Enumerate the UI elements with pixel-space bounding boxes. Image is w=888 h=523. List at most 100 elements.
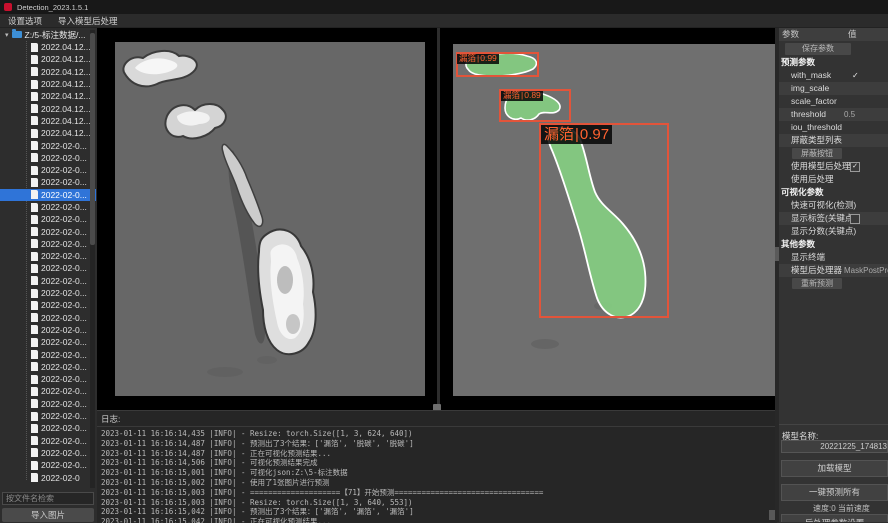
image-panel-prediction[interactable]: 漏箔|0.99 漏箔|0.89 漏箔|0.97 xyxy=(440,28,777,410)
tree-item-label: 2022-02-0... xyxy=(41,300,87,310)
tree-item[interactable]: 2022-02-0... xyxy=(0,152,96,164)
checkbox[interactable] xyxy=(850,214,860,224)
tree-item[interactable]: 2022-02-0... xyxy=(0,459,96,471)
tree-item[interactable]: 2022.04.12... xyxy=(0,66,96,78)
tree-list: 2022.04.12...2022.04.12...2022.04.12...2… xyxy=(0,41,96,484)
tree-item[interactable]: 2022-02-0... xyxy=(0,385,96,397)
predict-all-button[interactable]: 一键预测所有 xyxy=(781,484,888,501)
tree-item[interactable]: 2022-02-0... xyxy=(0,176,96,188)
checkbox[interactable]: ✓ xyxy=(850,162,860,172)
import-images-button[interactable]: 导入图片 xyxy=(2,508,94,522)
param-row[interactable]: 模型后处理器MaskPostPro xyxy=(779,264,888,277)
param-row[interactable]: with_mask✓ xyxy=(779,69,888,82)
tree-item-label: 2022.04.12... xyxy=(41,67,91,77)
param-button[interactable]: 重新预测 xyxy=(792,278,842,289)
param-row[interactable]: 屏蔽类型列表 xyxy=(779,134,888,147)
folder-icon xyxy=(12,31,22,38)
tree-item[interactable]: 2022-02-0... xyxy=(0,262,96,274)
tree-scrollbar[interactable] xyxy=(90,30,95,488)
tree-item[interactable]: 2022-02-0... xyxy=(0,189,96,201)
tree-item[interactable]: 2022-02-0 xyxy=(0,471,96,483)
image-panel-original[interactable] xyxy=(97,28,437,410)
search-input[interactable] xyxy=(2,492,94,505)
param-button[interactable]: 屏蔽按钮 xyxy=(792,148,842,159)
tree-item-label: 2022.04.12... xyxy=(41,116,91,126)
tree-item-label: 2022-02-0... xyxy=(41,165,87,175)
tree-item[interactable]: 2022.04.12... xyxy=(0,78,96,90)
param-row[interactable]: 快速可视化(检测) xyxy=(779,199,888,212)
tree-item[interactable]: 2022-02-0... xyxy=(0,139,96,151)
param-row[interactable]: 使用模型后处理✓ xyxy=(779,160,888,173)
tree-item[interactable]: 2022-02-0... xyxy=(0,422,96,434)
tree-item[interactable]: 2022-02-0... xyxy=(0,287,96,299)
file-icon xyxy=(31,203,38,212)
tree-item[interactable]: 2022-02-0... xyxy=(0,373,96,385)
tree-scrollbar-thumb[interactable] xyxy=(90,33,95,245)
menu-import-postprocess[interactable]: 导入模型后处理 xyxy=(58,15,118,27)
tree-item[interactable]: 2022-02-0... xyxy=(0,336,96,348)
tree-item[interactable]: 2022.04.12... xyxy=(0,102,96,114)
tree-item[interactable]: 2022-02-0... xyxy=(0,225,96,237)
param-row[interactable]: img_scale xyxy=(779,82,888,95)
check-icon[interactable]: ✓ xyxy=(844,71,859,80)
tree-item-label: 2022-02-0... xyxy=(41,350,87,360)
tree-root[interactable]: ▾ Z:/5-标注数据/... xyxy=(0,28,96,41)
tree-item[interactable]: 2022-02-0... xyxy=(0,435,96,447)
tree-item[interactable]: 2022-02-0... xyxy=(0,398,96,410)
menu-settings[interactable]: 设置选项 xyxy=(8,15,42,27)
tree-item-label: 2022.04.12... xyxy=(41,79,91,89)
save-params-button[interactable]: 保存参数 xyxy=(785,43,851,55)
param-row[interactable]: 显示终端 xyxy=(779,251,888,264)
tree-item-label: 2022-02-0... xyxy=(41,141,87,151)
param-row[interactable]: threshold0.5 xyxy=(779,108,888,121)
param-row[interactable]: 显示分数(关键点) xyxy=(779,225,888,238)
tree-item[interactable]: 2022-02-0... xyxy=(0,299,96,311)
tree-item[interactable]: 2022-02-0... xyxy=(0,213,96,225)
tree-item[interactable]: 2022.04.12... xyxy=(0,41,96,53)
tree-item[interactable]: 2022-02-0... xyxy=(0,410,96,422)
log-line: 2023-01-11 16:16:14,506 |INFO| - 可视化预测结果… xyxy=(101,458,777,468)
tree-item[interactable]: 2022.04.12... xyxy=(0,90,96,102)
tree-item[interactable]: 2022-02-0... xyxy=(0,312,96,324)
postprocess-settings-button[interactable]: 后处理参数设置 xyxy=(781,514,888,522)
menu-bar: 设置选项 导入模型后处理 xyxy=(0,14,888,28)
file-icon xyxy=(31,67,38,76)
log-line: 2023-01-11 16:16:15,002 |INFO| - 使用了1张图片… xyxy=(101,478,777,488)
original-image[interactable] xyxy=(115,42,425,396)
tree-item[interactable]: 2022.04.12... xyxy=(0,127,96,139)
param-group-title: 可视化参数 xyxy=(779,186,888,199)
tree-item[interactable]: 2022-02-0... xyxy=(0,238,96,250)
load-model-button[interactable]: 加载模型 xyxy=(781,460,888,477)
param-value xyxy=(844,82,888,95)
param-row[interactable]: scale_factor xyxy=(779,95,888,108)
tree-item-label: 2022-02-0... xyxy=(41,411,87,421)
tree-item[interactable]: 2022-02-0... xyxy=(0,447,96,459)
file-icon xyxy=(31,104,38,113)
tree-item[interactable]: 2022-02-0... xyxy=(0,361,96,373)
param-label: 屏蔽类型列表 xyxy=(779,134,844,147)
file-icon xyxy=(31,55,38,64)
tree-item[interactable]: 2022-02-0... xyxy=(0,250,96,262)
tree-item[interactable]: 2022-02-0... xyxy=(0,201,96,213)
file-icon xyxy=(31,252,38,261)
params-col-param: 参数 xyxy=(779,28,848,41)
param-row[interactable]: 显示标签(关键点) xyxy=(779,212,888,225)
file-icon xyxy=(31,362,38,371)
params-panel: 参数 值 保存参数 预测参数with_mask✓img_scalescale_f… xyxy=(779,28,888,522)
tree-item[interactable]: 2022-02-0... xyxy=(0,348,96,360)
tree-item[interactable]: 2022-02-0... xyxy=(0,324,96,336)
log-line: 2023-01-11 16:16:15,042 |INFO| - 预测出了3个结… xyxy=(101,507,777,517)
tree-item-label: 2022-02-0 xyxy=(41,473,80,483)
tree-item[interactable]: 2022-02-0... xyxy=(0,164,96,176)
model-name-field[interactable]: 20221225_174813 xyxy=(781,440,888,453)
detection-label: 漏箔|0.89 xyxy=(501,91,543,101)
chevron-down-icon[interactable]: ▾ xyxy=(5,31,9,39)
tree-item-label: 2022-02-0... xyxy=(41,325,87,335)
file-icon xyxy=(31,153,38,162)
param-row[interactable]: 使用后处理 xyxy=(779,173,888,186)
tree-item[interactable]: 2022.04.12... xyxy=(0,115,96,127)
tree-item[interactable]: 2022.04.12... xyxy=(0,53,96,65)
param-row[interactable]: iou_threshold xyxy=(779,121,888,134)
param-label: with_mask xyxy=(779,69,844,82)
tree-item[interactable]: 2022-02-0... xyxy=(0,275,96,287)
